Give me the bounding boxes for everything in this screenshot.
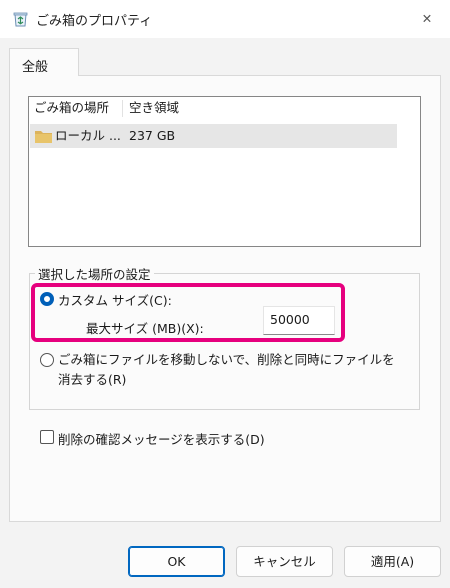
list-item[interactable]: ローカル ... 237 GB — [30, 124, 397, 148]
cancel-button[interactable]: キャンセル — [236, 546, 333, 577]
confirm-delete-label[interactable]: 削除の確認メッセージを表示する(D) — [58, 429, 265, 448]
group-label: 選択した場所の設定 — [35, 264, 154, 283]
column-header-location[interactable]: ごみ箱の場所 — [34, 97, 122, 119]
recycle-bin-location-list[interactable]: ごみ箱の場所 空き領域 ローカル ... 237 GB — [28, 96, 421, 247]
list-item-free-space: 237 GB — [129, 128, 176, 143]
delete-immediately-label[interactable]: ごみ箱にファイルを移動しないで、削除と同時にファイルを消去する(R) — [58, 350, 398, 390]
tab-general[interactable]: 全般 — [9, 48, 79, 76]
column-divider[interactable] — [122, 100, 123, 117]
apply-button[interactable]: 適用(A) — [344, 546, 441, 577]
highlight-annotation — [31, 283, 345, 342]
column-header-free-space[interactable]: 空き領域 — [129, 97, 329, 119]
folder-icon — [35, 131, 52, 143]
delete-immediately-radio[interactable] — [40, 353, 54, 367]
recycle-bin-icon — [13, 12, 28, 27]
ok-button[interactable]: OK — [128, 546, 225, 577]
close-button[interactable]: ✕ — [410, 4, 444, 34]
window-title: ごみ箱のプロパティ — [36, 14, 153, 29]
close-icon: ✕ — [421, 11, 433, 26]
list-item-location: ローカル ... — [55, 128, 121, 143]
confirm-delete-checkbox[interactable] — [40, 430, 54, 444]
